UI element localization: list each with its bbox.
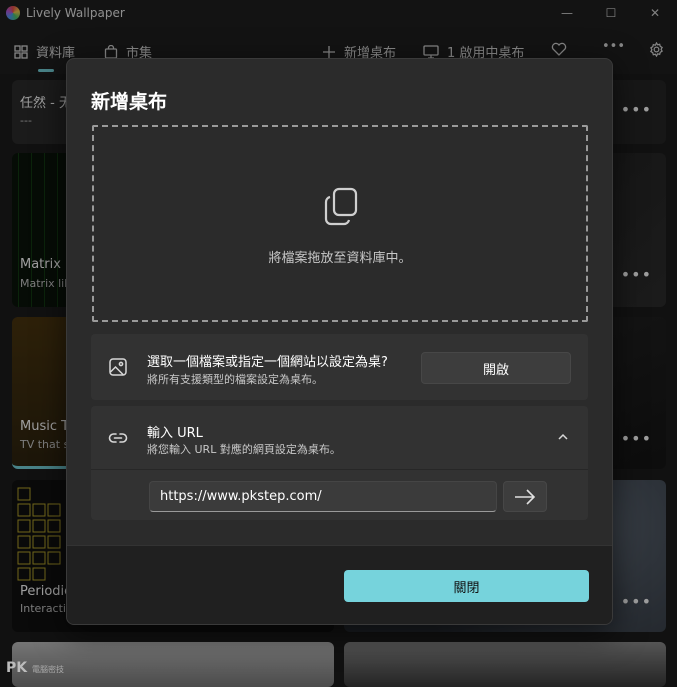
- close-dialog-button[interactable]: 關閉: [344, 570, 589, 602]
- dialog-footer: 關閉: [67, 545, 612, 624]
- chevron-up-icon[interactable]: [556, 430, 570, 444]
- choose-file-subtext: 將所有支援類型的檔案設定為桌布。: [147, 373, 323, 386]
- url-subtext: 將您輸入 URL 對應的網頁設定為桌布。: [147, 443, 341, 456]
- image-icon: [109, 358, 127, 376]
- watermark: PK 電腦密技: [6, 660, 64, 676]
- arrow-right-icon: [515, 488, 536, 505]
- drop-instructions: 將檔案拖放至資料庫中。: [268, 251, 412, 266]
- file-drop-zone[interactable]: 將檔案拖放至資料庫中。: [92, 125, 588, 322]
- open-file-button[interactable]: 開啟: [421, 352, 571, 384]
- url-input-section: https://www.pkstep.com/: [91, 469, 588, 520]
- url-heading: 輸入 URL: [147, 426, 203, 441]
- link-icon: [108, 433, 128, 443]
- watermark-text: 電腦密技: [31, 665, 64, 674]
- url-card-header[interactable]: 輸入 URL 將您輸入 URL 對應的網頁設定為桌布。: [91, 406, 588, 469]
- watermark-logo: PK: [6, 660, 28, 676]
- choose-file-heading: 選取一個檔案或指定一個網站以設定為桌?: [147, 355, 388, 370]
- choose-file-card: 選取一個檔案或指定一個網站以設定為桌? 將所有支援類型的檔案設定為桌布。 開啟: [91, 334, 588, 400]
- url-submit-button[interactable]: [503, 481, 547, 512]
- add-wallpaper-dialog: 新增桌布 將檔案拖放至資料庫中。 選取一個檔案或指定一個網站以設定為桌? 將所有…: [66, 58, 613, 625]
- dialog-title: 新增桌布: [91, 91, 168, 113]
- copy-icon: [324, 187, 358, 226]
- url-input[interactable]: https://www.pkstep.com/: [149, 481, 497, 512]
